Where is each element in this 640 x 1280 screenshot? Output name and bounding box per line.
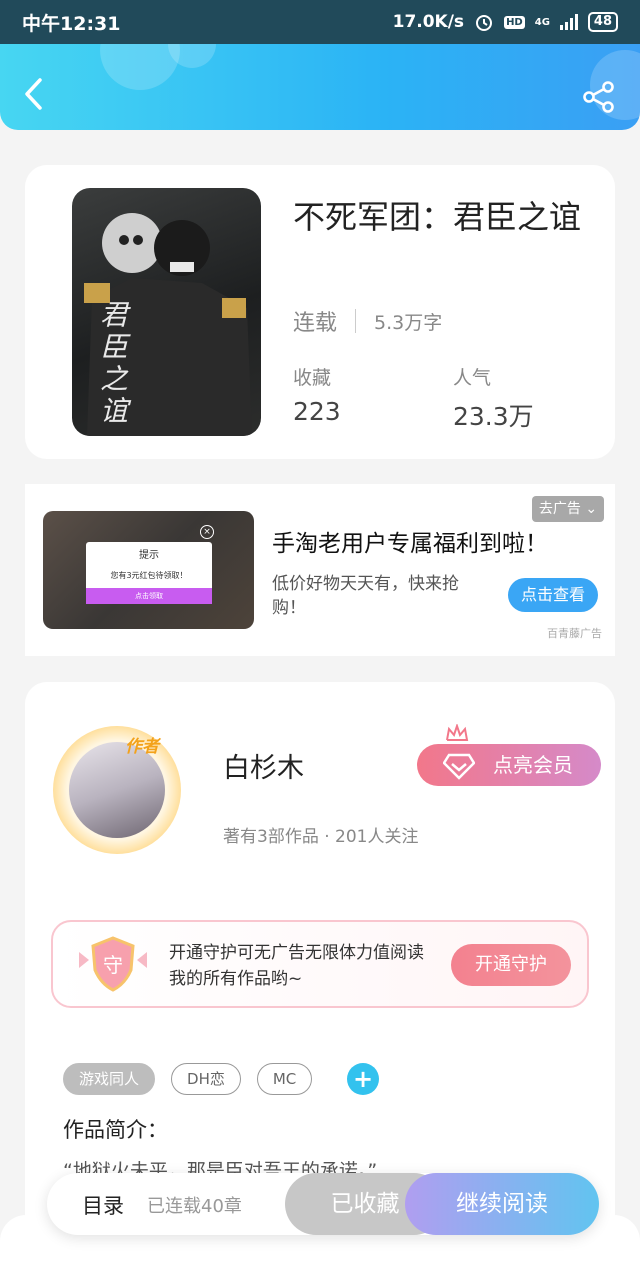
chevron-down-icon: ⌄ [585, 501, 598, 517]
continue-reading-button[interactable]: 继续阅读 [405, 1173, 599, 1235]
back-icon[interactable] [22, 76, 46, 112]
ad-popup-title: 提示 [139, 550, 159, 561]
shield-char: 守 [103, 953, 123, 977]
book-title: 不死军团：君臣之谊 [293, 198, 582, 236]
intro-title: 作品简介： [63, 1118, 168, 1142]
ad-view-button[interactable]: 点击查看 [508, 578, 598, 612]
diamond-icon [443, 753, 475, 780]
ad-popup-message: 您有3元红包待领取！ [110, 571, 188, 580]
network-speed: 17.0K/s [392, 12, 465, 32]
popularity-value: 23.3万 [453, 402, 534, 431]
word-count: 5.3万字 [374, 311, 443, 334]
book-cover[interactable]: 君臣之谊 [72, 188, 261, 436]
ad-title: 手淘老用户专属福利到啦！ [272, 531, 548, 557]
book-status: 连载 [293, 311, 338, 336]
ad-popup: 提示 您有3元红包待领取！ 点击领取 [86, 542, 212, 604]
tag-item[interactable]: MC [256, 1063, 313, 1095]
cover-title-text: 君臣之谊 [96, 300, 129, 428]
tag-item[interactable]: 游戏同人 [63, 1063, 156, 1095]
status-bar: 中午12:31 17.0K/s HD 4G 48 [0, 0, 640, 44]
network-type: 4G [534, 16, 550, 28]
remove-ad-label: 去广告 [538, 501, 581, 517]
author-avatar[interactable] [53, 726, 181, 854]
add-tag-icon[interactable]: + [347, 1063, 379, 1095]
ad-banner[interactable]: 提示 您有3元红包待领取！ 点击领取 × 手淘老用户专属福利到啦！ 低价好物天天… [25, 484, 615, 656]
alarm-icon [476, 15, 493, 31]
divider [355, 309, 357, 333]
shield-icon: 守 [79, 936, 147, 992]
guard-button[interactable]: 开通守护 [451, 944, 571, 986]
tag-item[interactable]: DH恋 [171, 1063, 241, 1095]
toc-button[interactable]: 目录 [82, 1190, 124, 1220]
status-indicators: 17.0K/s HD 4G 48 [393, 12, 618, 32]
guard-promo[interactable]: 守 开通守护可无广告无限体力值阅读我的所有作品哟~ 开通守护 [51, 920, 589, 1008]
hd-icon: HD [504, 15, 525, 29]
tag-list: 游戏同人 DH恋 MC [63, 1063, 313, 1095]
book-info-card: 君臣之谊 不死军团：君臣之谊 连载 5.3万字 收藏 223 人气 23.3万 [25, 165, 615, 459]
guard-text: 开通守护可无广告无限体力值阅读我的所有作品哟~ [169, 943, 424, 989]
status-time: 中午12:31 [22, 12, 121, 35]
ad-popup-button: 点击领取 [86, 588, 212, 604]
favorites-value: 223 [293, 397, 341, 426]
signal-icon [559, 14, 578, 30]
author-name: 白杉木 [223, 753, 304, 784]
crown-icon [446, 724, 469, 741]
ad-image[interactable]: 提示 您有3元红包待领取！ 点击领取 × [43, 511, 254, 629]
ad-description: 低价好物天天有，快来抢购！ [272, 574, 459, 618]
share-icon[interactable] [582, 80, 616, 114]
book-status-row: 连载 5.3万字 [293, 305, 442, 337]
ad-source: 百青藤广告 [547, 627, 602, 640]
bottom-action-bar: 目录 已连载40章 已收藏 继续阅读 [47, 1173, 599, 1235]
author-meta: 著有3部作品 · 201人关注 [223, 827, 419, 847]
remove-ad-button[interactable]: 去广告 ⌄ [532, 496, 604, 522]
favorites-label: 收藏 [293, 367, 332, 389]
popularity-label: 人气 [453, 367, 492, 389]
close-icon[interactable]: × [200, 525, 214, 539]
battery-icon: 48 [587, 12, 618, 32]
author-card: 作者 白杉木 著有3部作品 · 201人关注 点亮会员 守 开通守护可无广告无限… [25, 682, 615, 1242]
chapter-count[interactable]: 已连载40章 [147, 1192, 242, 1218]
author-badge: 作者 [125, 737, 159, 757]
